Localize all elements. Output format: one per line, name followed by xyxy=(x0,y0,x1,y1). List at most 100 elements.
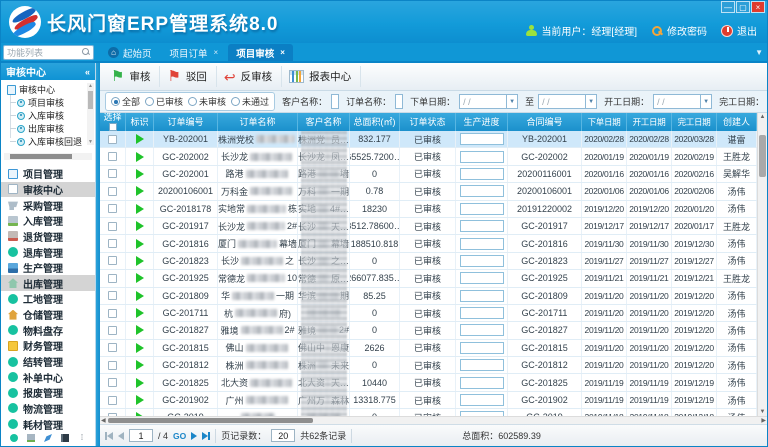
scroll-down-icon[interactable]: ▼ xyxy=(758,409,767,415)
row-checkbox[interactable] xyxy=(108,274,117,283)
sidebar-menu-item[interactable]: 生产管理 xyxy=(1,260,95,276)
table-row[interactable]: 20200106001 万科金 万科一期 0.78 已审核 2020010600… xyxy=(100,183,757,200)
dot-icon[interactable] xyxy=(10,434,18,442)
table-row[interactable]: GC-202002 长沙龙 长沙龙凤… 65525.7200… 已审核 GC-2… xyxy=(100,148,757,165)
scroll-down-icon[interactable]: ▼ xyxy=(87,139,94,145)
scroll-left-icon[interactable]: ◀ xyxy=(101,417,106,425)
table-header-cell[interactable]: 下单日期 xyxy=(582,113,627,131)
table-header-cell[interactable]: 生产进度 xyxy=(456,113,508,131)
table-row[interactable]: GC-201917 长沙龙2# 长沙天… 8512.78600… 已审核 GC-… xyxy=(100,218,757,235)
next-page-button[interactable] xyxy=(191,432,197,440)
table-row[interactable]: GC-201815 佛山 佛山中恩康 2626 已审核 GC-201815 20… xyxy=(100,340,757,357)
tree-node[interactable]: 项目审核 xyxy=(7,96,87,109)
table-row[interactable]: GC-201925 常德龙10 常德原… 266077.835… 已审核 GC-… xyxy=(100,270,757,287)
sidebar-menu-item[interactable]: 补单中心 xyxy=(1,369,95,385)
sidebar-menu-item[interactable]: 工地管理 xyxy=(1,291,95,307)
row-checkbox[interactable] xyxy=(108,135,117,144)
status-radio[interactable]: 未通过 xyxy=(231,95,269,108)
row-checkbox[interactable] xyxy=(108,361,117,370)
go-button[interactable]: GO xyxy=(173,431,186,441)
sidebar-menu-item[interactable]: 财务管理 xyxy=(1,338,95,354)
customer-name-input[interactable] xyxy=(331,94,339,109)
sidebar-menu-item[interactable]: 耗材管理 xyxy=(1,416,95,432)
table-header-cell[interactable]: 合同编号 xyxy=(508,113,582,131)
status-radio[interactable]: 全部 xyxy=(111,95,140,108)
cart-icon[interactable] xyxy=(27,434,35,442)
calendar-dropdown-icon[interactable]: ▼ xyxy=(586,94,597,109)
table-header-cell[interactable]: 完工日期 xyxy=(672,113,717,131)
last-page-button[interactable] xyxy=(202,432,210,440)
pen-icon[interactable] xyxy=(44,434,52,442)
tree-vertical-scrollbar[interactable]: ▲ ▼ xyxy=(87,83,94,145)
row-checkbox[interactable] xyxy=(108,256,117,265)
table-header-cell[interactable]: 开工日期 xyxy=(627,113,672,131)
vscroll-thumb[interactable] xyxy=(759,135,766,177)
hscroll-thumb[interactable] xyxy=(108,418,313,423)
sidebar-menu-item[interactable]: 物料盘存 xyxy=(1,322,95,338)
select-all-checkbox[interactable] xyxy=(109,123,117,131)
tree-scroll-thumb[interactable] xyxy=(88,91,93,109)
tree-hscroll-thumb[interactable] xyxy=(10,154,72,159)
sidebar-menu-item[interactable]: 退库管理 xyxy=(1,244,95,260)
table-row[interactable]: GC-201902 广州 广州万森林 13318.775 已审核 GC-2019… xyxy=(100,392,757,409)
calendar-dropdown-icon[interactable]: ▼ xyxy=(701,94,712,109)
tab[interactable]: 项目审核 × xyxy=(228,44,293,61)
horizontal-scrollbar[interactable]: ◀ ▶ xyxy=(100,416,767,424)
toolbar-button[interactable]: ↩ 反审核 xyxy=(219,66,282,87)
status-radio[interactable]: 已审核 xyxy=(145,95,183,108)
row-checkbox[interactable] xyxy=(108,187,117,196)
prev-page-button[interactable] xyxy=(118,432,124,440)
table-row[interactable]: GC-2019 0 已审核 GC-2019 2019/11/18 2019/11… xyxy=(100,409,757,416)
tree-root-node[interactable]: 审核中心 xyxy=(7,83,87,96)
toolbar-button[interactable]: ⚑ 驳回 xyxy=(162,66,216,87)
tab-close-icon[interactable]: × xyxy=(214,48,219,57)
tab-close-icon[interactable]: × xyxy=(280,48,285,57)
sidebar-menu-item[interactable]: 结转管理 xyxy=(1,354,95,370)
page-number-input[interactable]: 1 xyxy=(129,429,153,442)
table-row[interactable]: GC-201711 杭府) 0 已审核 GC-201711 2019/11/20… xyxy=(100,305,757,322)
table-header-cell[interactable]: 订单编号 xyxy=(154,113,218,131)
row-checkbox[interactable] xyxy=(108,396,117,405)
tree-node[interactable]: 入库审核 xyxy=(7,109,87,122)
sidebar-menu-item[interactable]: 退货管理 xyxy=(1,229,95,245)
sidebar-menu-item[interactable]: 采购管理 xyxy=(1,197,95,213)
table-row[interactable]: GC-201812 株洲 株洲未来 0 已审核 GC-201812 2019/1… xyxy=(100,357,757,374)
table-header-cell[interactable]: 客户名称 xyxy=(298,113,350,131)
table-row[interactable]: YB-202001 株洲党校 株洲党员… 832.177 已审核 YB-2020… xyxy=(100,131,757,148)
table-header-cell[interactable]: 总面积(㎡) xyxy=(350,113,400,131)
close-button[interactable]: × xyxy=(751,1,765,13)
row-checkbox[interactable] xyxy=(108,343,117,352)
toolbar-button[interactable]: 报表中心 xyxy=(284,66,361,87)
change-password-button[interactable]: 修改密码 xyxy=(651,23,707,38)
scroll-up-icon[interactable]: ▲ xyxy=(758,114,767,120)
collapse-icon[interactable]: « xyxy=(85,67,90,77)
sidebar-menu-item[interactable]: 出库管理 xyxy=(1,275,95,291)
more-icon[interactable]: ⁞ xyxy=(78,434,86,442)
toolbar-button[interactable]: ⚑ 审核 xyxy=(106,66,160,87)
order-date-from-input[interactable]: / / xyxy=(459,94,507,109)
row-checkbox[interactable] xyxy=(108,378,117,387)
book-icon[interactable] xyxy=(61,434,69,442)
minimize-button[interactable]: — xyxy=(721,1,735,13)
sidebar-menu-item[interactable]: 审核中心 xyxy=(1,182,95,198)
table-row[interactable]: GC-2018178 实地常栋 实地4#… 18230 已审核 20191220… xyxy=(100,201,757,218)
row-checkbox[interactable] xyxy=(108,204,117,213)
vertical-scrollbar[interactable]: ▲ ▼ xyxy=(757,113,767,416)
scroll-up-icon[interactable]: ▲ xyxy=(87,83,94,89)
calendar-dropdown-icon[interactable]: ▼ xyxy=(507,94,518,109)
table-header-cell[interactable]: 订单状态 xyxy=(400,113,456,131)
table-header-cell[interactable]: 订单名称 xyxy=(218,113,298,131)
logout-button[interactable]: 退出 xyxy=(721,23,757,38)
tree-node[interactable]: 入库审核回退 xyxy=(7,135,87,148)
page-size-input[interactable]: 20 xyxy=(271,429,295,442)
status-radio[interactable]: 未审核 xyxy=(188,95,226,108)
row-checkbox[interactable] xyxy=(108,222,117,231)
tree-horizontal-scrollbar[interactable] xyxy=(4,153,92,160)
sidebar-menu-item[interactable]: 项目管理 xyxy=(1,166,95,182)
row-checkbox[interactable] xyxy=(108,326,117,335)
table-row[interactable]: GC-201816 厦门幕墙 厦门幕墙 188510.818 已审核 GC-20… xyxy=(100,235,757,252)
table-row[interactable]: GC-201827 雅境2# 雅境2# 0 已审核 GC-201827 2019… xyxy=(100,322,757,339)
table-header-cell[interactable]: 标识 xyxy=(126,113,154,131)
scroll-right-icon[interactable]: ▶ xyxy=(761,417,766,425)
table-row[interactable]: GC-201825 北大资 北大资天… 10440 已审核 GC-201825 … xyxy=(100,374,757,391)
